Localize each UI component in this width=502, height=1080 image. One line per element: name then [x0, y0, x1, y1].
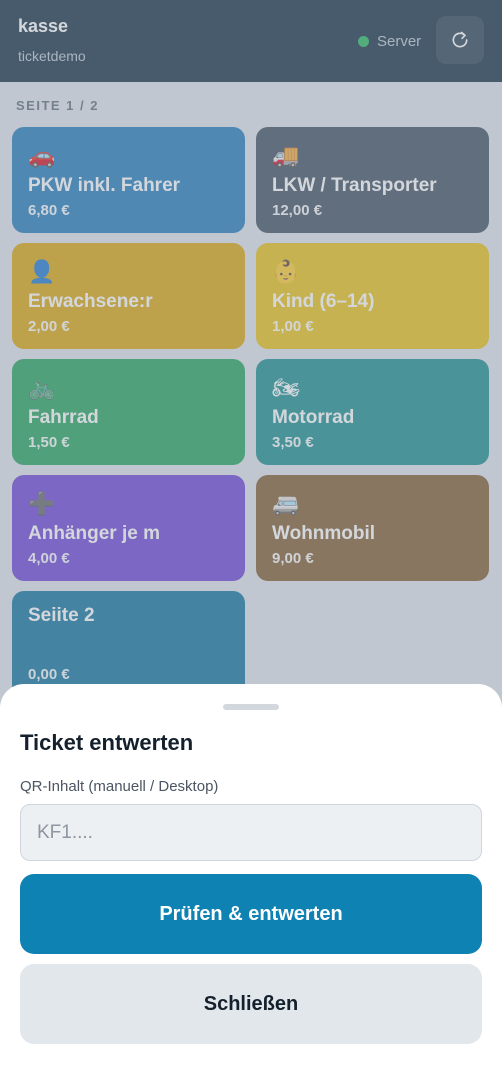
check-and-invalidate-button[interactable]: Prüfen & entwerten: [20, 874, 482, 954]
qr-content-input[interactable]: [20, 804, 482, 861]
sheet-title: Ticket entwerten: [20, 730, 194, 755]
invalidate-ticket-sheet: Ticket entwerten QR-Inhalt (manuell / De…: [0, 684, 502, 1080]
qr-field-label: QR-Inhalt (manuell / Desktop): [20, 778, 219, 795]
drag-handle[interactable]: [223, 704, 279, 710]
close-button[interactable]: Schließen: [20, 964, 482, 1044]
